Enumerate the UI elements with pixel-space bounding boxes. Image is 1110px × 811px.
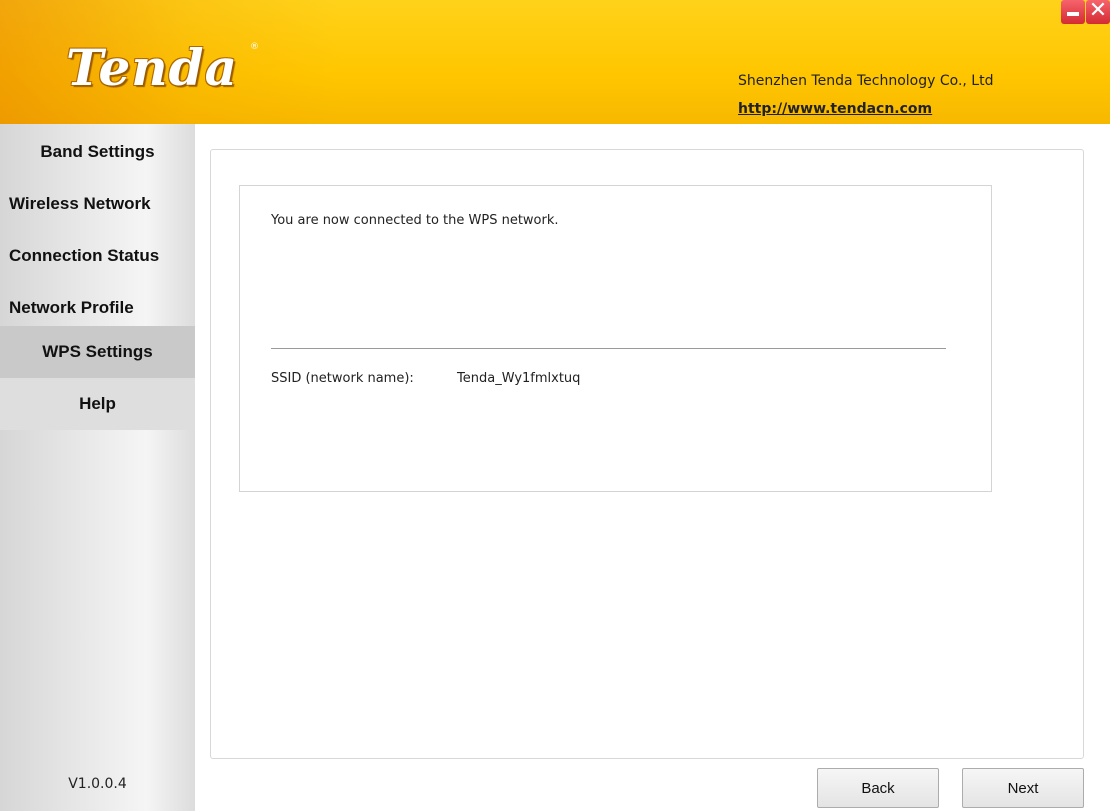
sidebar-item-wps-settings[interactable]: WPS Settings: [0, 326, 195, 378]
sidebar-item-help[interactable]: Help: [0, 378, 195, 430]
ssid-label: SSID (network name):: [271, 371, 414, 386]
ssid-value: Tenda_Wy1fmlxtuq: [457, 371, 581, 386]
wps-result-box: [239, 185, 992, 492]
connection-message: You are now connected to the WPS network…: [271, 213, 559, 228]
back-button[interactable]: Back: [817, 768, 939, 808]
sidebar-item-connection-status[interactable]: Connection Status: [0, 230, 195, 282]
sidebar-item-wireless-network[interactable]: Wireless Network: [0, 178, 195, 230]
next-button[interactable]: Next: [962, 768, 1084, 808]
company-name: Shenzhen Tenda Technology Co., Ltd: [738, 73, 994, 89]
tenda-logo: Tenda: [66, 38, 238, 97]
version-label: V1.0.0.4: [68, 776, 127, 792]
minimize-icon[interactable]: [1061, 0, 1085, 24]
website-link[interactable]: http://www.tendacn.com: [738, 101, 932, 117]
divider: [271, 348, 946, 349]
title-bar: Tenda ® Shenzhen Tenda Technology Co., L…: [0, 0, 1110, 124]
sidebar: Band Settings Wireless Network Connectio…: [0, 124, 195, 811]
registered-mark: ®: [250, 42, 259, 52]
close-icon[interactable]: ✕: [1086, 0, 1110, 24]
sidebar-item-band-settings[interactable]: Band Settings: [0, 126, 195, 178]
